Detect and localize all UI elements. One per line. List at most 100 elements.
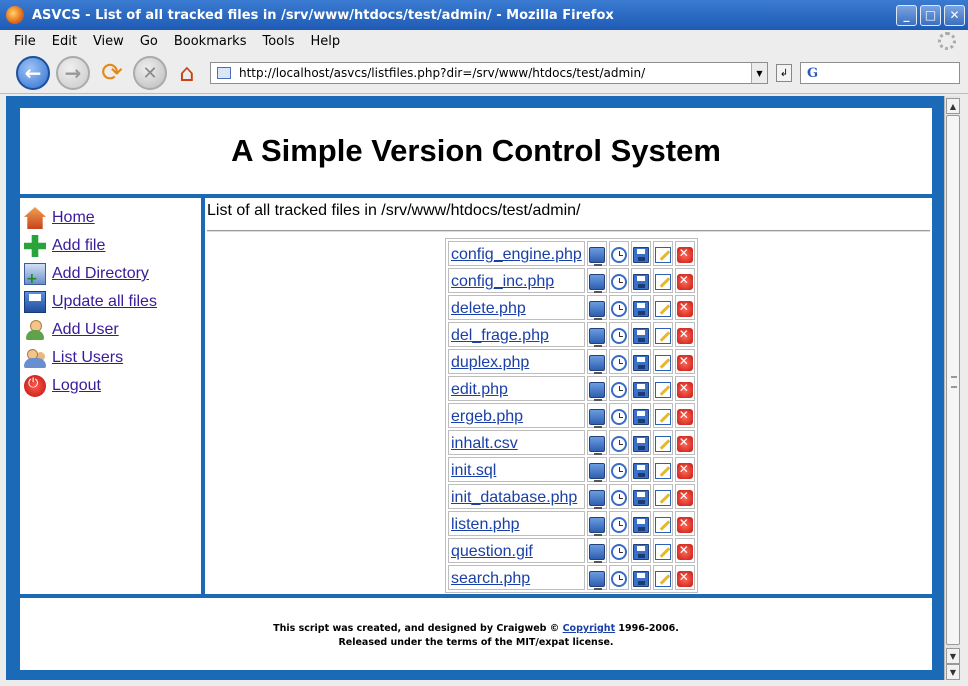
edit-icon[interactable] <box>654 246 671 263</box>
search-box[interactable]: G <box>800 62 960 84</box>
history-icon[interactable] <box>610 435 627 452</box>
scrollbar-thumb[interactable] <box>946 115 960 645</box>
history-action-cell[interactable] <box>608 430 629 455</box>
edit-action-cell[interactable] <box>652 457 673 482</box>
scroll-down-button-2[interactable]: ▼ <box>946 664 960 680</box>
file-link[interactable]: del_frage.php <box>451 327 549 344</box>
delete-icon[interactable] <box>676 516 693 533</box>
delete-icon[interactable] <box>676 327 693 344</box>
delete-action-cell[interactable] <box>674 349 695 374</box>
edit-action-cell[interactable] <box>652 430 673 455</box>
delete-action-cell[interactable] <box>674 457 695 482</box>
view-action-cell[interactable] <box>586 565 607 590</box>
history-icon[interactable] <box>610 408 627 425</box>
view-action-cell[interactable] <box>586 295 607 320</box>
sidebar-link-list-users[interactable]: List Users <box>52 349 123 367</box>
delete-action-cell[interactable] <box>674 241 695 266</box>
history-icon[interactable] <box>610 516 627 533</box>
save-action-cell[interactable] <box>630 538 651 563</box>
file-link[interactable]: listen.php <box>451 516 520 533</box>
sidebar-link-logout[interactable]: Logout <box>52 377 101 395</box>
delete-action-cell[interactable] <box>674 376 695 401</box>
view-icon[interactable] <box>588 273 605 293</box>
delete-action-cell[interactable] <box>674 511 695 536</box>
history-action-cell[interactable] <box>608 457 629 482</box>
save-icon[interactable] <box>632 462 649 479</box>
forward-button[interactable]: → <box>56 56 90 90</box>
delete-action-cell[interactable] <box>674 268 695 293</box>
file-link[interactable]: question.gif <box>451 543 533 560</box>
save-icon[interactable] <box>632 435 649 452</box>
edit-icon[interactable] <box>654 570 671 587</box>
history-icon[interactable] <box>610 273 627 290</box>
sidebar-link-add-user[interactable]: Add User <box>52 321 119 339</box>
save-action-cell[interactable] <box>630 403 651 428</box>
view-action-cell[interactable] <box>586 241 607 266</box>
file-link[interactable]: ergeb.php <box>451 408 523 425</box>
file-link[interactable]: init_database.php <box>451 489 577 506</box>
history-action-cell[interactable] <box>608 349 629 374</box>
menu-bookmarks[interactable]: Bookmarks <box>166 34 255 49</box>
edit-action-cell[interactable] <box>652 268 673 293</box>
url-text[interactable]: http://localhost/asvcs/listfiles.php?dir… <box>239 66 751 80</box>
menu-view[interactable]: View <box>85 34 132 49</box>
delete-icon[interactable] <box>676 489 693 506</box>
view-icon[interactable] <box>588 489 605 509</box>
save-icon[interactable] <box>632 543 649 560</box>
edit-icon[interactable] <box>654 408 671 425</box>
sidebar-link-home[interactable]: Home <box>52 209 95 227</box>
save-action-cell[interactable] <box>630 268 651 293</box>
back-button[interactable]: ← <box>16 56 50 90</box>
file-link[interactable]: config_engine.php <box>451 246 582 263</box>
history-action-cell[interactable] <box>608 511 629 536</box>
delete-action-cell[interactable] <box>674 484 695 509</box>
view-icon[interactable] <box>588 327 605 347</box>
delete-icon[interactable] <box>676 354 693 371</box>
edit-action-cell[interactable] <box>652 376 673 401</box>
edit-icon[interactable] <box>654 489 671 506</box>
file-link[interactable]: search.php <box>451 570 530 587</box>
delete-icon[interactable] <box>676 273 693 290</box>
view-action-cell[interactable] <box>586 430 607 455</box>
delete-icon[interactable] <box>676 246 693 263</box>
save-action-cell[interactable] <box>630 322 651 347</box>
view-icon[interactable] <box>588 570 605 590</box>
maximize-button[interactable]: □ <box>920 4 941 26</box>
save-icon[interactable] <box>632 246 649 263</box>
view-action-cell[interactable] <box>586 484 607 509</box>
save-action-cell[interactable] <box>630 484 651 509</box>
delete-icon[interactable] <box>676 570 693 587</box>
history-icon[interactable] <box>610 300 627 317</box>
view-icon[interactable] <box>588 462 605 482</box>
edit-icon[interactable] <box>654 435 671 452</box>
sidebar-item-add-file[interactable]: Add file <box>20 232 201 260</box>
save-icon[interactable] <box>632 381 649 398</box>
view-action-cell[interactable] <box>586 403 607 428</box>
save-action-cell[interactable] <box>630 430 651 455</box>
home-button[interactable]: ⌂ <box>170 56 204 90</box>
view-icon[interactable] <box>588 408 605 428</box>
go-button[interactable]: ↲ <box>776 64 792 82</box>
history-icon[interactable] <box>610 381 627 398</box>
reload-button[interactable]: ⟳ <box>95 56 129 90</box>
view-icon[interactable] <box>588 246 605 266</box>
menu-tools[interactable]: Tools <box>254 34 302 49</box>
vertical-scrollbar[interactable]: ▲ ▼ ▼ <box>944 96 960 680</box>
save-icon[interactable] <box>632 489 649 506</box>
delete-icon[interactable] <box>676 300 693 317</box>
close-button[interactable]: ✕ <box>944 4 965 26</box>
history-icon[interactable] <box>610 246 627 263</box>
view-action-cell[interactable] <box>586 322 607 347</box>
edit-icon[interactable] <box>654 381 671 398</box>
delete-icon[interactable] <box>676 408 693 425</box>
sidebar-item-add-user[interactable]: Add User <box>20 316 201 344</box>
history-action-cell[interactable] <box>608 565 629 590</box>
delete-icon[interactable] <box>676 462 693 479</box>
view-icon[interactable] <box>588 435 605 455</box>
file-link[interactable]: delete.php <box>451 300 526 317</box>
stop-button[interactable]: ✕ <box>133 56 167 90</box>
sidebar-item-home[interactable]: Home <box>20 204 201 232</box>
sidebar-item-logout[interactable]: Logout <box>20 372 201 400</box>
save-icon[interactable] <box>632 354 649 371</box>
history-icon[interactable] <box>610 354 627 371</box>
